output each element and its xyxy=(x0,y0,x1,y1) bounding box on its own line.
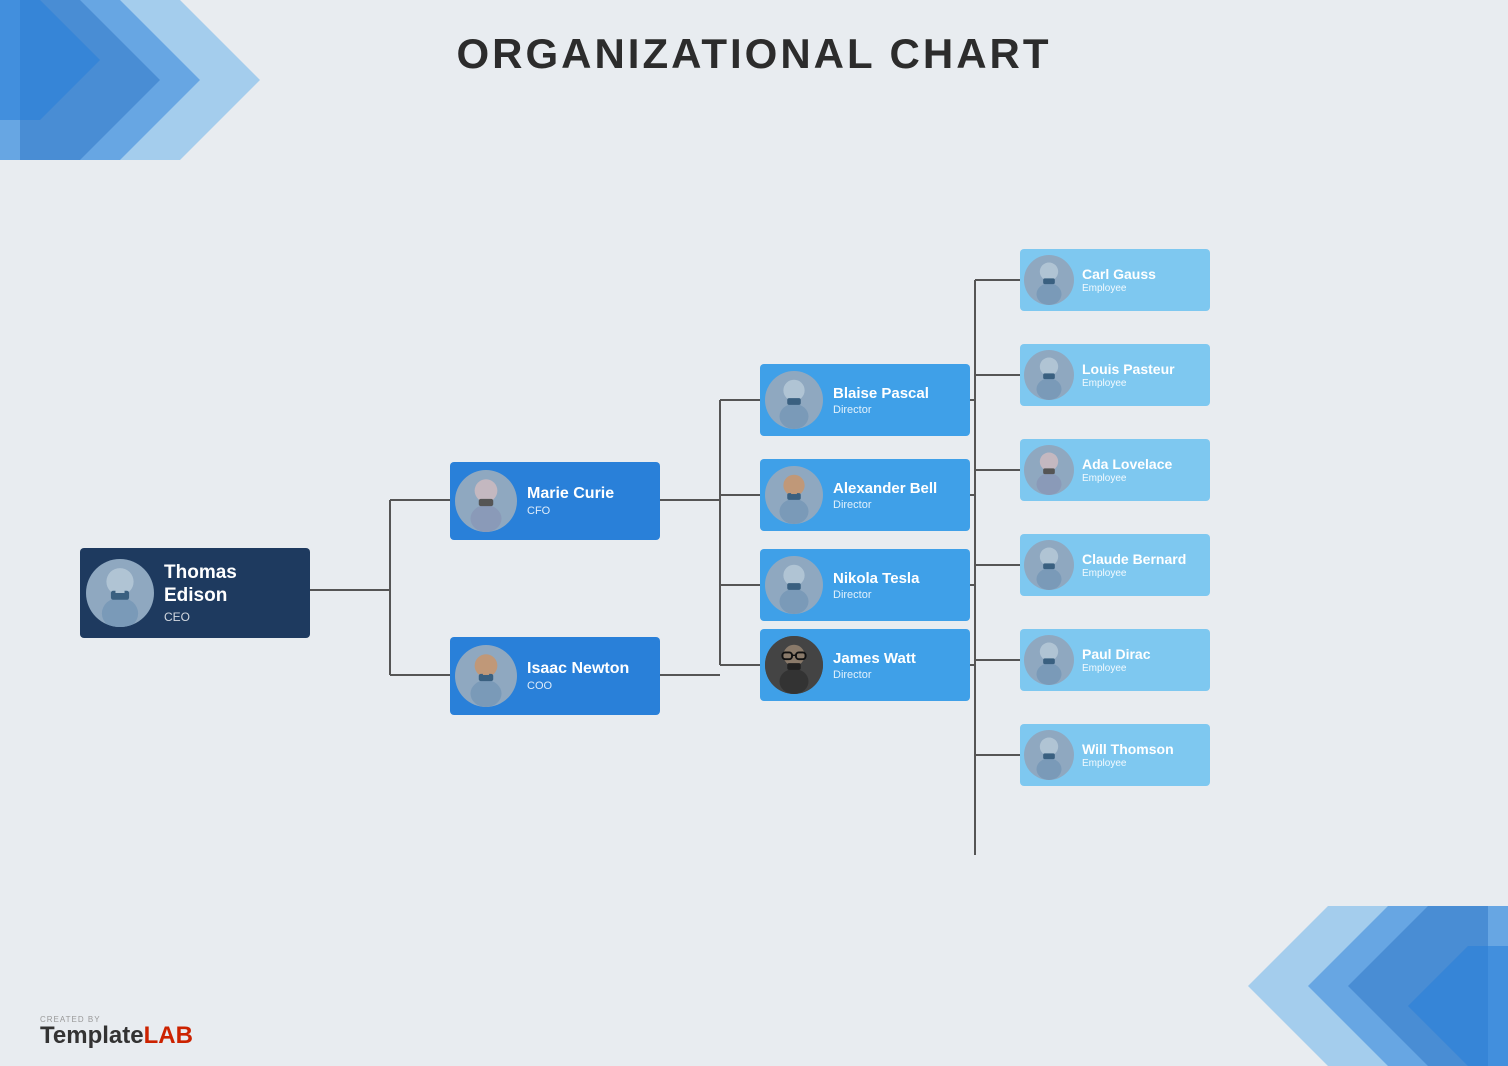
manager-name-1: Isaac Newton xyxy=(527,660,629,678)
director-name-1: Alexander Bell xyxy=(833,480,937,497)
employee-role-3: Employee xyxy=(1082,568,1186,579)
employee-text-5: Will Thomson Employee xyxy=(1082,741,1174,769)
manager-node-1: Isaac Newton COO xyxy=(450,637,660,715)
employee-node-2: Ada Lovelace Employee xyxy=(1020,439,1210,501)
manager-text-1: Isaac Newton COO xyxy=(527,660,629,692)
manager-role-0: CFO xyxy=(527,505,614,517)
director-text-0: Blaise Pascal Director xyxy=(833,385,929,416)
employee-node-1: Louis Pasteur Employee xyxy=(1020,344,1210,406)
employee-avatar-0 xyxy=(1024,255,1074,305)
employee-node-0: Carl Gauss Employee xyxy=(1020,249,1210,311)
director-text-1: Alexander Bell Director xyxy=(833,480,937,511)
director-avatar-2 xyxy=(765,556,823,614)
page-title: ORGANIZATIONAL CHART xyxy=(0,30,1508,78)
employee-name-2: Ada Lovelace xyxy=(1082,456,1172,472)
employee-name-0: Carl Gauss xyxy=(1082,266,1156,282)
employee-text-4: Paul Dirac Employee xyxy=(1082,646,1150,674)
employee-text-0: Carl Gauss Employee xyxy=(1082,266,1156,294)
footer-lab: LAB xyxy=(144,1022,193,1049)
director-name-2: Nikola Tesla xyxy=(833,570,919,587)
director-avatar-1 xyxy=(765,466,823,524)
employee-avatar-2 xyxy=(1024,445,1074,495)
employee-name-1: Louis Pasteur xyxy=(1082,361,1175,377)
ceo-node: Thomas Edison CEO xyxy=(80,548,310,638)
director-avatar-3 xyxy=(765,636,823,694)
employee-role-0: Employee xyxy=(1082,283,1156,294)
employee-role-1: Employee xyxy=(1082,378,1175,389)
employee-text-1: Louis Pasteur Employee xyxy=(1082,361,1175,389)
director-node-1: Alexander Bell Director xyxy=(760,459,970,531)
ceo-name: Thomas Edison xyxy=(164,562,298,608)
employee-avatar-1 xyxy=(1024,350,1074,400)
director-name-0: Blaise Pascal xyxy=(833,385,929,402)
employee-node-4: Paul Dirac Employee xyxy=(1020,629,1210,691)
director-role-1: Director xyxy=(833,499,937,511)
manager-avatar-0 xyxy=(455,470,517,532)
manager-role-1: COO xyxy=(527,680,629,692)
director-avatar-0 xyxy=(765,371,823,429)
employee-role-2: Employee xyxy=(1082,473,1172,484)
ceo-role: CEO xyxy=(164,610,298,624)
director-node-2: Nikola Tesla Director xyxy=(760,549,970,621)
chart-area: Thomas Edison CEO Marie Curie CFO xyxy=(0,110,1508,986)
employee-node-5: Will Thomson Employee xyxy=(1020,724,1210,786)
employee-role-5: Employee xyxy=(1082,758,1174,769)
director-text-2: Nikola Tesla Director xyxy=(833,570,919,601)
employee-name-5: Will Thomson xyxy=(1082,741,1174,757)
director-name-3: James Watt xyxy=(833,650,916,667)
employee-role-4: Employee xyxy=(1082,663,1150,674)
director-node-0: Blaise Pascal Director xyxy=(760,364,970,436)
manager-name-0: Marie Curie xyxy=(527,485,614,503)
manager-text-0: Marie Curie CFO xyxy=(527,485,614,517)
footer: CREATED BY TemplateLAB xyxy=(40,1015,193,1048)
director-role-3: Director xyxy=(833,669,916,681)
employee-node-3: Claude Bernard Employee xyxy=(1020,534,1210,596)
director-role-0: Director xyxy=(833,404,929,416)
footer-brand: TemplateLAB xyxy=(40,1024,193,1048)
director-text-3: James Watt Director xyxy=(833,650,916,681)
ceo-text: Thomas Edison CEO xyxy=(164,562,298,624)
employee-name-4: Paul Dirac xyxy=(1082,646,1150,662)
employee-avatar-3 xyxy=(1024,540,1074,590)
manager-avatar-1 xyxy=(455,645,517,707)
ceo-avatar xyxy=(86,559,154,627)
employee-name-3: Claude Bernard xyxy=(1082,551,1186,567)
director-role-2: Director xyxy=(833,589,919,601)
employee-text-3: Claude Bernard Employee xyxy=(1082,551,1186,579)
manager-node-0: Marie Curie CFO xyxy=(450,462,660,540)
employee-avatar-4 xyxy=(1024,635,1074,685)
employee-text-2: Ada Lovelace Employee xyxy=(1082,456,1172,484)
footer-template: Template xyxy=(40,1022,144,1049)
director-node-3: James Watt Director xyxy=(760,629,970,701)
employee-avatar-5 xyxy=(1024,730,1074,780)
